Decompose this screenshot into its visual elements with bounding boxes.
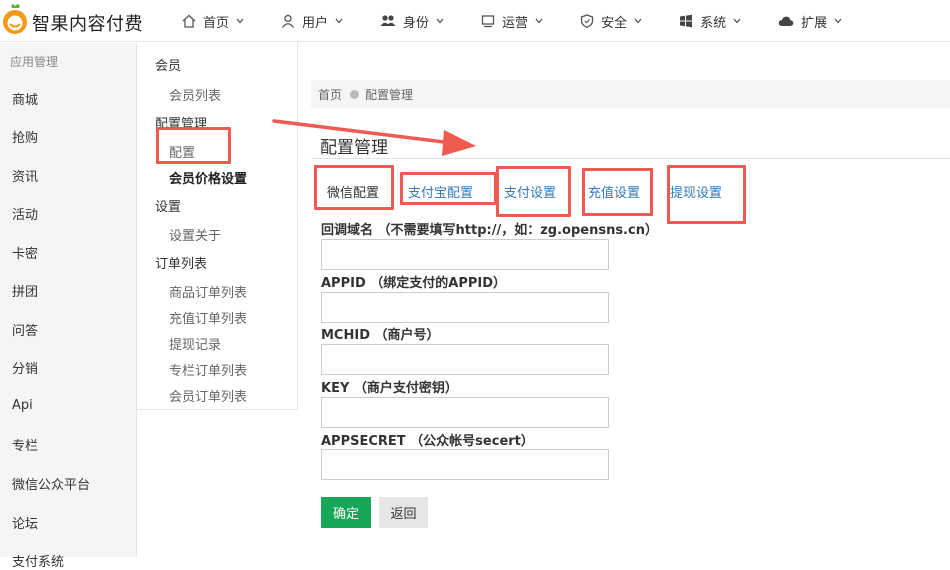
nav-operation[interactable]: 运营	[481, 0, 550, 42]
orange-logo-icon	[3, 4, 27, 34]
app-sidebar: 应用管理 商城 抢购 资讯 活动 卡密 拼团 问答 分销 Api 专栏 微信公众…	[0, 43, 137, 570]
sidebar-item-payment-system[interactable]: 支付系统	[12, 551, 64, 570]
annotation-box-payment-tab	[496, 166, 571, 217]
chevron-down-icon	[335, 18, 343, 24]
sidebar-item-group-buy[interactable]: 拼团	[12, 281, 38, 300]
menu-item-column-orders[interactable]: 专栏订单列表	[169, 360, 247, 379]
mchid-label: MCHID （商户号）	[321, 328, 440, 343]
brand-name: 智果内容付费	[32, 14, 143, 35]
appid-input[interactable]	[321, 292, 609, 323]
menu-group-orders: 订单列表	[155, 257, 208, 272]
breadcrumb-current: 配置管理	[365, 87, 414, 102]
nav-identity[interactable]: 身份	[380, 0, 451, 42]
sidebar-item-card-key[interactable]: 卡密	[12, 243, 38, 262]
nav-label: 身份	[403, 15, 430, 31]
shield-icon	[580, 14, 594, 28]
nav-home[interactable]: 首页	[182, 0, 251, 42]
chevron-down-icon	[535, 18, 543, 24]
page-title: 配置管理	[320, 138, 388, 158]
sidebar-item-flash-sale[interactable]: 抢购	[12, 127, 38, 146]
annotation-box-wechat-tab	[314, 165, 394, 210]
menu-item-member-price[interactable]: 会员价格设置	[169, 168, 247, 187]
nav-label: 安全	[601, 15, 628, 31]
nav-system[interactable]: 系统	[679, 0, 748, 42]
users-icon	[380, 15, 396, 26]
annotation-box-alipay-tab	[400, 172, 497, 205]
callback-domain-label: 回调域名 （不需要填写http://，如：zg.opensns.cn）	[321, 223, 658, 238]
annotation-box-recharge-tab	[582, 168, 653, 216]
annotation-box-withdraw-tab	[667, 165, 746, 224]
monitor-icon	[481, 15, 495, 28]
appsecret-input[interactable]	[321, 449, 609, 480]
user-icon	[281, 14, 295, 28]
cloud-icon	[778, 16, 794, 26]
title-divider	[311, 158, 950, 159]
sidebar-item-mall[interactable]: 商城	[12, 89, 38, 108]
sidebar-item-news[interactable]: 资讯	[12, 166, 38, 185]
breadcrumb: 首页 配置管理	[311, 80, 950, 108]
menu-item-product-orders[interactable]: 商品订单列表	[169, 282, 247, 301]
callback-domain-input[interactable]	[321, 239, 609, 270]
top-bar: 智果内容付费 首页 用户 身份 运营 安全 系统 扩展	[0, 0, 950, 42]
main-nav: 首页 用户 身份 运营 安全 系统 扩展	[182, 0, 879, 42]
chevron-down-icon	[634, 18, 642, 24]
key-label: KEY （商户支付密钥）	[321, 381, 458, 396]
breadcrumb-separator-dot	[350, 89, 360, 99]
chevron-down-icon	[834, 18, 842, 24]
key-input[interactable]	[321, 397, 609, 428]
sidebar-heading: 应用管理	[10, 55, 59, 69]
confirm-button[interactable]: 确定	[321, 497, 371, 528]
back-button[interactable]: 返回	[379, 497, 428, 528]
appid-label: APPID （绑定支付的APPID）	[321, 276, 507, 291]
chevron-down-icon	[436, 18, 444, 24]
sidebar-item-qa[interactable]: 问答	[12, 320, 38, 339]
menu-group-member: 会员	[155, 59, 182, 74]
sidebar-item-api[interactable]: Api	[12, 398, 33, 413]
sidebar-item-distribution[interactable]: 分销	[12, 358, 38, 377]
chevron-down-icon	[236, 18, 244, 24]
nav-label: 系统	[700, 15, 727, 31]
sidebar-item-column[interactable]: 专栏	[12, 435, 38, 454]
menu-group-settings: 设置	[155, 200, 182, 215]
nav-label: 首页	[203, 15, 230, 31]
sidebar-item-activity[interactable]: 活动	[12, 204, 38, 223]
nav-label: 扩展	[801, 15, 828, 31]
chevron-down-icon	[733, 18, 741, 24]
sidebar-item-wechat-platform[interactable]: 微信公众平台	[12, 474, 90, 493]
sidebar-item-forum[interactable]: 论坛	[12, 513, 38, 532]
nav-label: 用户	[302, 15, 329, 31]
nav-label: 运营	[502, 15, 529, 31]
nav-security[interactable]: 安全	[580, 0, 649, 42]
secondary-menu: 会员 会员列表 配置管理 配置 会员价格设置 设置 设置关于 订单列表 商品订单…	[137, 43, 298, 410]
menu-item-withdraw-records[interactable]: 提现记录	[169, 334, 221, 353]
nav-user[interactable]: 用户	[281, 0, 350, 42]
annotation-box-config	[156, 127, 231, 164]
menu-item-member-list[interactable]: 会员列表	[169, 85, 221, 104]
mchid-input[interactable]	[321, 344, 609, 375]
appsecret-label: APPSECRET （公众帐号secert）	[321, 434, 534, 449]
nav-extension[interactable]: 扩展	[778, 0, 849, 42]
menu-item-member-orders[interactable]: 会员订单列表	[169, 386, 247, 405]
menu-item-settings-about[interactable]: 设置关于	[169, 225, 221, 244]
home-icon	[182, 14, 196, 28]
breadcrumb-home[interactable]: 首页	[318, 86, 342, 103]
menu-item-recharge-orders[interactable]: 充值订单列表	[169, 308, 247, 327]
windows-icon	[680, 14, 693, 28]
